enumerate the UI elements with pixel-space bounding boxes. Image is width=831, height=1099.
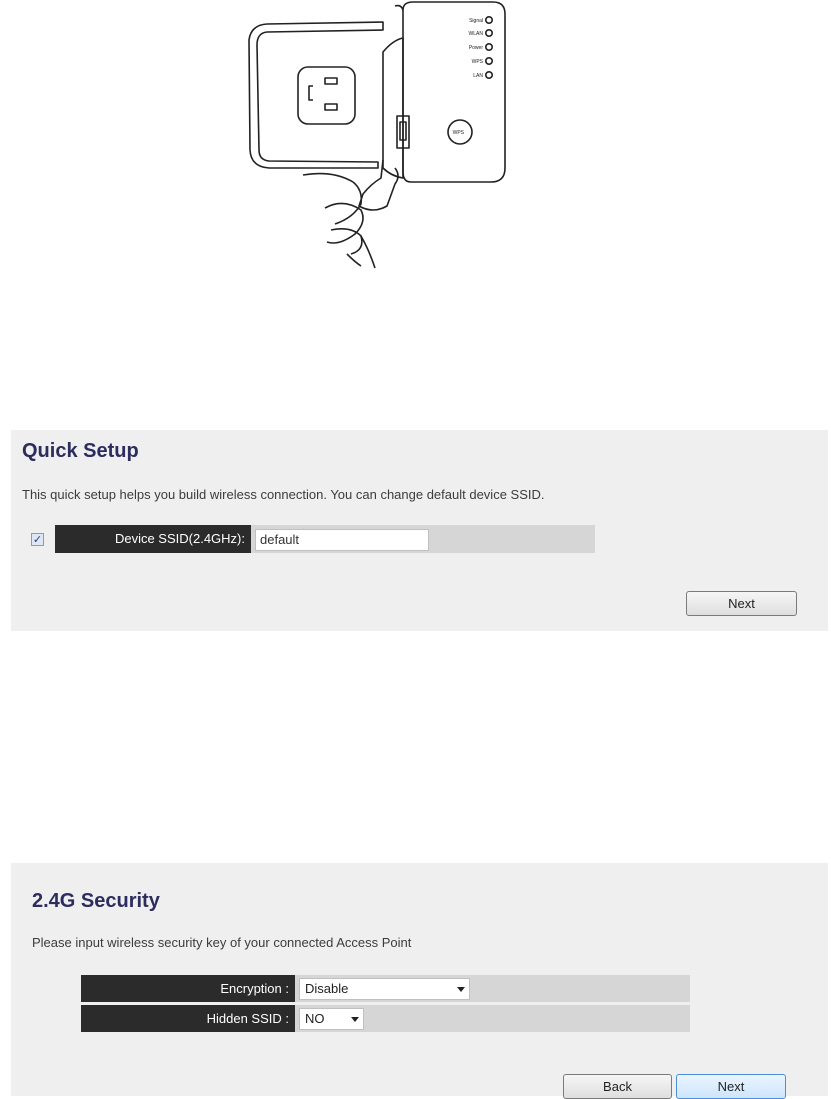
wps-button-label: WPS: [453, 130, 465, 136]
page-description: Please input wireless security key of yo…: [32, 935, 412, 950]
led-label: WPS: [472, 59, 484, 65]
encryption-value: Disable: [305, 981, 349, 996]
chevron-down-icon: [351, 1017, 359, 1022]
hidden-ssid-value: NO: [305, 1011, 325, 1026]
back-button[interactable]: Back: [563, 1074, 672, 1099]
ssid-checkbox[interactable]: ✓: [31, 533, 44, 546]
encryption-select[interactable]: Disable: [299, 978, 470, 1000]
ssid-input[interactable]: default: [255, 529, 429, 551]
led-label: WLAN: [469, 31, 484, 37]
page-title: Quick Setup: [22, 440, 139, 462]
encryption-label: Encryption :: [81, 975, 295, 1002]
chevron-down-icon: [457, 987, 465, 992]
hidden-ssid-select[interactable]: NO: [299, 1008, 364, 1030]
led-label: LAN: [473, 73, 483, 79]
next-button[interactable]: Next: [686, 591, 797, 616]
led-label: Power: [469, 45, 484, 51]
page-title: 2.4G Security: [32, 890, 160, 912]
led-label: Signal: [469, 18, 483, 24]
repeater-illustration: Signal WLAN Power WPS LAN WPS: [248, 1, 506, 269]
security-panel: 2.4G Security Please input wireless secu…: [11, 863, 828, 1099]
page-description: This quick setup helps you build wireles…: [22, 487, 545, 502]
hidden-ssid-label: Hidden SSID :: [81, 1005, 295, 1032]
quick-setup-panel: Quick Setup This quick setup helps you b…: [11, 430, 828, 631]
ssid-label: Device SSID(2.4GHz):: [55, 525, 251, 553]
next-button[interactable]: Next: [676, 1074, 786, 1099]
